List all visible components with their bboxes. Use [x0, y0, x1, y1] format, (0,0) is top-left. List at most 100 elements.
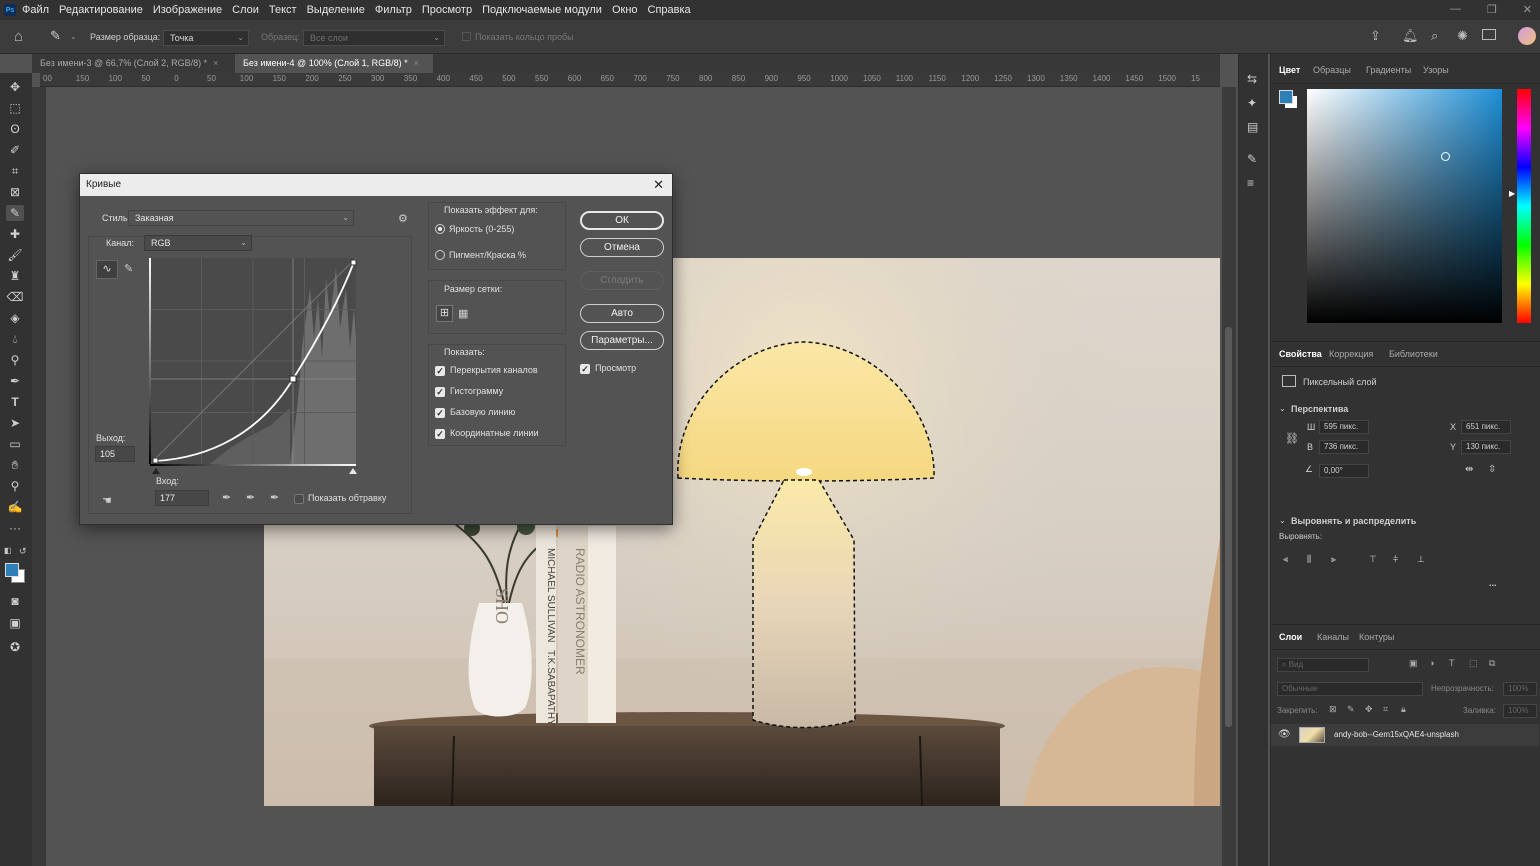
- tab-document-4[interactable]: Без имени-4 @ 100% (Слой 1, RGB/8) * ×: [235, 54, 433, 73]
- intersection-lines-checkbox[interactable]: ✓: [435, 429, 445, 439]
- home-icon[interactable]: ⌂: [14, 28, 23, 45]
- lock-position-icon[interactable]: ✥: [1365, 704, 1373, 715]
- baseline-checkbox[interactable]: ✓: [435, 408, 445, 418]
- brush-tool-icon[interactable]: 🖌︎: [6, 247, 24, 263]
- eyedropper-tool-icon[interactable]: ✎: [50, 28, 61, 44]
- lock-pixels-icon[interactable]: ⊠: [1329, 704, 1337, 715]
- histogram-checkbox[interactable]: ✓: [435, 387, 445, 397]
- white-point-eyedropper-icon[interactable]: ✒: [270, 491, 279, 504]
- blend-mode-select[interactable]: Обычные: [1277, 682, 1423, 696]
- gray-point-eyedropper-icon[interactable]: ✒: [246, 491, 255, 504]
- tab-paths[interactable]: Контуры: [1359, 632, 1394, 642]
- align-bottom-icon[interactable]: ⊥: [1417, 554, 1425, 565]
- scrollbar-thumb[interactable]: [1225, 327, 1232, 727]
- hue-slider[interactable]: [1517, 89, 1531, 323]
- fill-field[interactable]: 100%: [1503, 704, 1537, 718]
- zoom-tool-icon[interactable]: ⚲: [6, 478, 24, 494]
- stamp-tool-icon[interactable]: ♜: [6, 268, 24, 284]
- more-options-icon[interactable]: ...: [1489, 578, 1497, 588]
- more-tools-icon[interactable]: ···: [6, 520, 24, 536]
- channel-select[interactable]: RGB ⌄: [144, 235, 252, 251]
- color-field[interactable]: [1307, 89, 1502, 323]
- close-window-icon[interactable]: ✕: [1523, 3, 1532, 16]
- restore-icon[interactable]: ❐: [1487, 3, 1497, 16]
- screen-mode-icon[interactable]: ▣: [6, 615, 24, 631]
- comments-icon[interactable]: ▤: [1247, 120, 1258, 134]
- lock-artboard-icon[interactable]: ⌗: [1383, 704, 1388, 715]
- black-point-eyedropper-icon[interactable]: ✒: [222, 491, 231, 504]
- hand-tool-icon[interactable]: ✋︎: [6, 457, 24, 473]
- tab-libraries[interactable]: Библиотеки: [1389, 349, 1438, 359]
- menu-select[interactable]: Выделение: [307, 4, 365, 16]
- generative-icon[interactable]: ✪: [6, 639, 24, 655]
- output-field[interactable]: 105: [95, 446, 135, 462]
- menu-image[interactable]: Изображение: [153, 4, 222, 16]
- type-tool-icon[interactable]: T: [6, 394, 24, 410]
- fg-swatch-small[interactable]: [1279, 90, 1293, 104]
- color-picker-handle[interactable]: [1441, 152, 1450, 161]
- actions-icon[interactable]: ✦: [1247, 96, 1257, 110]
- bell-icon[interactable]: 🔔︎: [1402, 28, 1419, 44]
- radio-light[interactable]: [435, 224, 445, 234]
- menu-plugins[interactable]: Подключаемые модули: [482, 4, 602, 16]
- layer-row[interactable]: 👁︎ andy-bob--Gem15xQAE4-unsplash: [1271, 724, 1539, 746]
- dodge-tool-icon[interactable]: ⚲: [6, 352, 24, 368]
- tab-color[interactable]: Цвет: [1279, 65, 1300, 75]
- tab-patterns[interactable]: Узоры: [1423, 65, 1449, 75]
- menu-type[interactable]: Текст: [269, 4, 297, 16]
- ok-button[interactable]: ОК: [580, 211, 664, 230]
- brushes-icon[interactable]: ✎: [1247, 152, 1257, 166]
- close-icon[interactable]: ×: [213, 58, 218, 68]
- rectangle-tool-icon[interactable]: ▭: [6, 436, 24, 452]
- tab-adjustments[interactable]: Коррекция: [1329, 349, 1373, 359]
- quick-mask-icon[interactable]: ◙: [6, 593, 24, 609]
- vertical-scrollbar[interactable]: [1222, 87, 1236, 866]
- menu-file[interactable]: Файл: [22, 4, 49, 16]
- menu-window[interactable]: Окно: [612, 4, 638, 16]
- grid-simple-icon[interactable]: ⊞: [436, 305, 453, 322]
- width-field[interactable]: 595 пикс.: [1319, 420, 1369, 434]
- filter-adjust-icon[interactable]: ◑: [1429, 658, 1434, 668]
- menu-view[interactable]: Просмотр: [422, 4, 472, 16]
- menu-filter[interactable]: Фильтр: [375, 4, 412, 16]
- paint-bucket-icon[interactable]: ◈: [6, 310, 24, 326]
- edit-toolbar-icon[interactable]: ✍: [6, 499, 24, 515]
- search-icon[interactable]: ⌕: [1431, 28, 1438, 44]
- close-icon[interactable]: ✕: [653, 177, 664, 193]
- collapse-chevron-icon[interactable]: ⌄: [1279, 404, 1286, 413]
- filter-image-icon[interactable]: ▣: [1409, 658, 1418, 669]
- curves-graph[interactable]: [150, 258, 360, 474]
- move-tool-icon[interactable]: ✥: [6, 79, 24, 95]
- preview-checkbox[interactable]: ✓: [580, 364, 590, 374]
- align-left-icon[interactable]: ⫷: [1283, 554, 1288, 565]
- grid-detailed-icon[interactable]: ▦: [458, 307, 468, 320]
- eyedropper-icon[interactable]: ✎: [6, 205, 24, 221]
- foreground-color-swatch[interactable]: [5, 563, 19, 577]
- lightbulb-icon[interactable]: ✺: [1457, 28, 1468, 44]
- height-field[interactable]: 736 пикс.: [1319, 440, 1369, 454]
- collapse-chevron-icon[interactable]: ⌄: [1279, 516, 1286, 525]
- tab-document-3[interactable]: Без имени-3 @ 66,7% (Слой 2, RGB/8) * ×: [32, 54, 234, 73]
- x-field[interactable]: 651 пикс.: [1461, 420, 1511, 434]
- filter-type-icon[interactable]: T: [1449, 658, 1455, 668]
- align-vcenter-icon[interactable]: ⫩: [1393, 554, 1398, 565]
- frame-tool-icon[interactable]: ⊠: [6, 184, 24, 200]
- minimize-icon[interactable]: —: [1450, 3, 1461, 16]
- share-icon[interactable]: ⇪: [1370, 28, 1381, 44]
- smooth-button[interactable]: Сгладить: [580, 271, 664, 290]
- swap-colors-icon[interactable]: ↺: [19, 546, 27, 557]
- sample-layers-select[interactable]: Все слои ⌄: [303, 30, 445, 46]
- eye-visibility-icon[interactable]: 👁︎: [1278, 729, 1291, 740]
- link-icon[interactable]: ⛓: [1285, 432, 1299, 445]
- tool-preset-chevron-icon[interactable]: ⌄: [70, 32, 77, 41]
- filter-smart-icon[interactable]: ⧉: [1489, 658, 1495, 669]
- lock-all-icon[interactable]: 🔒︎: [1401, 704, 1406, 715]
- tab-layers[interactable]: Слои: [1279, 632, 1302, 642]
- lock-brush-icon[interactable]: ✎: [1347, 704, 1355, 715]
- radio-pigment[interactable]: [435, 250, 445, 260]
- options-button[interactable]: Параметры...: [580, 331, 664, 350]
- auto-button[interactable]: Авто: [580, 304, 664, 323]
- cancel-button[interactable]: Отмена: [580, 238, 664, 257]
- blur-tool-icon[interactable]: 💧︎: [6, 331, 24, 347]
- hue-marker-icon[interactable]: ▶: [1509, 189, 1515, 198]
